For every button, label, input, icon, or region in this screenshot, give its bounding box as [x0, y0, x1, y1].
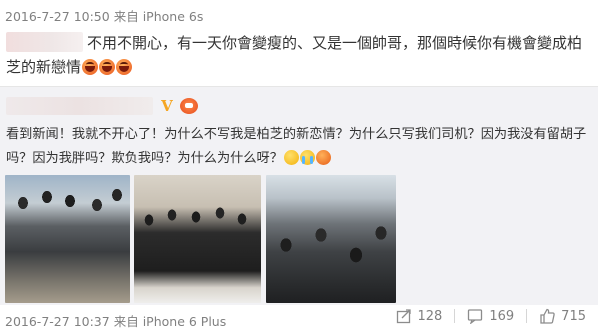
vip-level-icon	[179, 97, 198, 114]
original-time: 10:37	[73, 314, 110, 329]
vip-v-icon: V	[161, 96, 173, 115]
original-source-prefix: 来自	[113, 314, 139, 329]
original-meta: 2016-7-27 10:37 来自 iPhone 6 Plus	[5, 311, 226, 329]
blurred-author-name[interactable]	[6, 96, 153, 115]
post-source-prefix: 来自	[113, 9, 139, 24]
action-bar: 128 169 715	[396, 308, 586, 324]
photo-thumbnail-1[interactable]	[5, 175, 130, 303]
thumbs-up-icon	[540, 308, 555, 324]
divider	[526, 309, 528, 323]
photo-thumbnail-3[interactable]	[266, 175, 396, 303]
comment-count: 169	[489, 308, 515, 324]
thinking-emoji-icon	[283, 150, 299, 165]
post-date: 2016-7-27	[5, 9, 70, 24]
share-icon	[396, 309, 411, 324]
divider	[454, 309, 456, 323]
blurred-username[interactable]	[6, 32, 83, 52]
original-author: V	[6, 95, 198, 115]
reposted-weibo: V 看到新闻！我就不开心了！为什么不写我是柏芝的新恋情？为什么只写我们司机？因为…	[0, 86, 598, 305]
photo-thumbnail-2[interactable]	[134, 175, 261, 303]
like-button[interactable]: 715	[539, 308, 586, 324]
share-count: 128	[417, 308, 443, 324]
laugh-emoji-icon	[116, 59, 133, 75]
laugh-emoji-icon	[82, 59, 99, 75]
comment-icon	[468, 309, 483, 324]
crying-emoji-icon	[299, 150, 315, 165]
like-count: 715	[561, 308, 586, 324]
angry-emoji-icon	[315, 150, 331, 165]
post-device[interactable]: iPhone 6s	[143, 9, 204, 24]
share-button[interactable]: 128	[396, 308, 443, 324]
original-text: 看到新闻！我就不开心了！为什么不写我是柏芝的新恋情？为什么只写我们司机？因为我没…	[6, 123, 590, 171]
original-date: 2016-7-27	[5, 314, 70, 329]
comment-button[interactable]: 169	[467, 308, 514, 324]
post-meta: 2016-7-27 10:50 来自 iPhone 6s	[5, 6, 203, 25]
post-time: 10:50	[73, 9, 110, 24]
original-device[interactable]: iPhone 6 Plus	[143, 314, 227, 329]
laugh-emoji-icon	[99, 59, 116, 75]
post-body: 不用不開心，有一天你會變瘦的、又是一個帥哥，那個時候你有機會變成柏芝的新戀情	[6, 31, 596, 79]
